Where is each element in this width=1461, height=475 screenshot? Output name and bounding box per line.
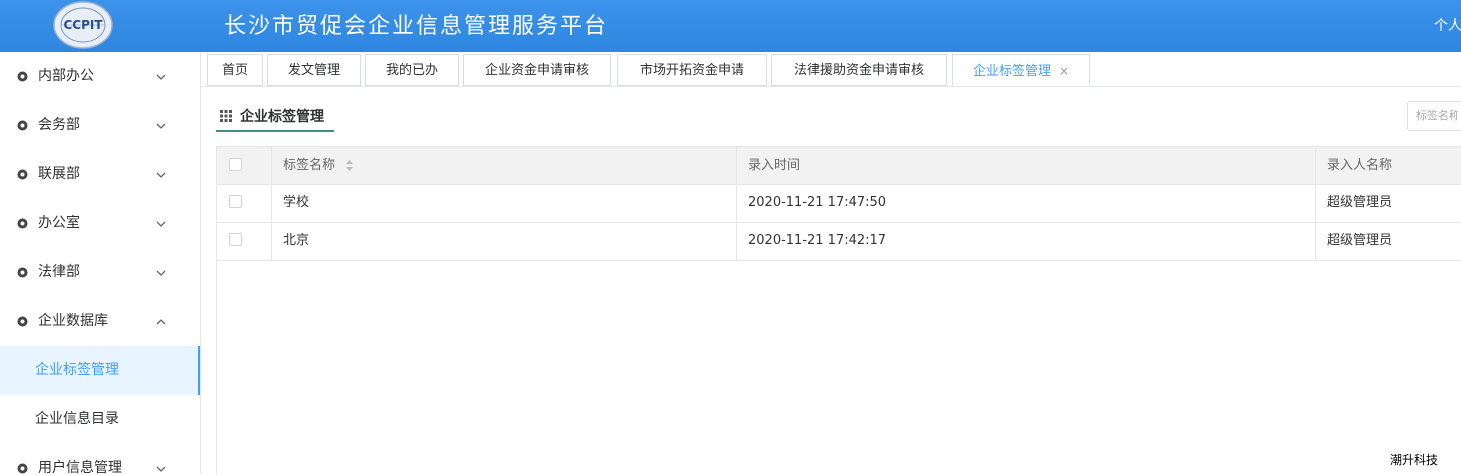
row-checkbox[interactable] bbox=[229, 233, 242, 246]
sidebar-item-legal[interactable]: 法律部 bbox=[0, 248, 200, 297]
gear-icon bbox=[17, 71, 28, 82]
sidebar-item-label: 会务部 bbox=[38, 117, 80, 133]
grid-icon bbox=[220, 110, 232, 122]
gear-icon bbox=[17, 463, 28, 474]
tab-market-fund-apply[interactable]: 市场开拓资金申请 bbox=[617, 54, 767, 86]
select-all-checkbox[interactable] bbox=[229, 158, 242, 171]
sort-icon[interactable] bbox=[345, 159, 354, 172]
chevron-up-icon bbox=[156, 319, 166, 325]
sidebar: 内部办公 会务部 联展部 办公室 法律部 企业数据库 企业标签管理 企业信息目录… bbox=[0, 52, 201, 474]
sidebar-item-label: 法律部 bbox=[38, 264, 80, 280]
sidebar-item-label: 联展部 bbox=[38, 166, 80, 182]
sidebar-item-internal-office[interactable]: 内部办公 bbox=[0, 52, 200, 101]
chevron-down-icon bbox=[156, 221, 166, 227]
tab-enterprise-fund-review[interactable]: 企业资金申请审核 bbox=[463, 54, 611, 86]
column-header-entry-time: 录入时间 bbox=[737, 147, 1316, 184]
tab-my-done[interactable]: 我的已办 bbox=[365, 54, 459, 86]
table-row[interactable]: 学校 2020-11-21 17:47:50 超级管理员 bbox=[217, 184, 1461, 223]
sidebar-item-label: 办公室 bbox=[38, 215, 80, 231]
row-checkbox[interactable] bbox=[229, 195, 242, 208]
sidebar-item-label: 用户信息管理 bbox=[38, 460, 122, 474]
tag-name-search-input[interactable] bbox=[1407, 101, 1461, 131]
gear-icon bbox=[17, 169, 28, 180]
sidebar-item-user-info[interactable]: 用户信息管理 bbox=[0, 444, 200, 474]
user-menu-link[interactable]: 个人 bbox=[1434, 15, 1461, 35]
gear-icon bbox=[17, 218, 28, 229]
chevron-down-icon bbox=[156, 123, 166, 129]
chevron-down-icon bbox=[156, 74, 166, 80]
tab-bar: 首页 发文管理 我的已办 企业资金申请审核 市场开拓资金申请 法律援助资金申请审… bbox=[201, 52, 1461, 87]
gear-icon bbox=[17, 120, 28, 131]
sidebar-item-label: 企业数据库 bbox=[38, 313, 108, 329]
chevron-down-icon bbox=[156, 466, 166, 472]
tab-tag-management[interactable]: 企业标签管理 × bbox=[952, 54, 1090, 86]
tab-home[interactable]: 首页 bbox=[207, 54, 263, 86]
chevron-down-icon bbox=[156, 172, 166, 178]
cell-tag-name: 学校 bbox=[272, 184, 737, 222]
close-icon[interactable]: × bbox=[1059, 55, 1069, 87]
column-header-label: 标签名称 bbox=[283, 158, 336, 173]
top-header: CCPIT 长沙市贸促会企业信息管理服务平台 个人 bbox=[0, 0, 1461, 52]
panel-title: 企业标签管理 bbox=[216, 102, 334, 132]
app-title: 长沙市贸促会企业信息管理服务平台 bbox=[224, 14, 609, 39]
ccpit-logo: CCPIT bbox=[53, 1, 113, 49]
row-select-cell bbox=[217, 184, 272, 222]
panel-title-text: 企业标签管理 bbox=[240, 109, 324, 125]
tag-table: 标签名称 录入时间 录入人名称 学校 2020-11-21 17:47:50 超… bbox=[216, 146, 1461, 475]
sidebar-item-office[interactable]: 办公室 bbox=[0, 199, 200, 248]
cell-entry-time: 2020-11-21 17:47:50 bbox=[737, 184, 1316, 222]
tab-label: 企业标签管理 bbox=[972, 64, 1051, 79]
column-header-entry-user: 录入人名称 bbox=[1327, 158, 1393, 173]
sidebar-subitem-enterprise-directory[interactable]: 企业信息目录 bbox=[0, 395, 200, 444]
row-select-cell bbox=[217, 222, 272, 260]
gear-icon bbox=[17, 267, 28, 278]
cell-entry-user: 超级管理员 bbox=[1327, 233, 1393, 248]
sidebar-item-conference[interactable]: 会务部 bbox=[0, 101, 200, 150]
sidebar-subitem-tag-management[interactable]: 企业标签管理 bbox=[0, 346, 200, 395]
tab-document-management[interactable]: 发文管理 bbox=[267, 54, 361, 86]
chevron-down-icon bbox=[156, 270, 166, 276]
gear-icon bbox=[17, 316, 28, 327]
company-watermark: 潮升科技 bbox=[1390, 453, 1439, 467]
cell-entry-user: 超级管理员 bbox=[1327, 195, 1393, 210]
column-header-tag-name[interactable]: 标签名称 bbox=[272, 147, 737, 184]
table-header-row: 标签名称 录入时间 录入人名称 bbox=[217, 147, 1461, 185]
sidebar-item-exhibition[interactable]: 联展部 bbox=[0, 150, 200, 199]
cell-entry-time: 2020-11-21 17:42:17 bbox=[737, 222, 1316, 260]
sidebar-item-enterprise-database[interactable]: 企业数据库 bbox=[0, 297, 200, 346]
table-row[interactable]: 北京 2020-11-21 17:42:17 超级管理员 bbox=[217, 222, 1461, 261]
cell-tag-name: 北京 bbox=[272, 222, 737, 260]
sidebar-item-label: 内部办公 bbox=[38, 68, 94, 84]
select-all-cell bbox=[217, 147, 272, 184]
tab-legal-aid-review[interactable]: 法律援助资金申请审核 bbox=[771, 54, 947, 86]
svg-text:CCPIT: CCPIT bbox=[63, 18, 103, 32]
